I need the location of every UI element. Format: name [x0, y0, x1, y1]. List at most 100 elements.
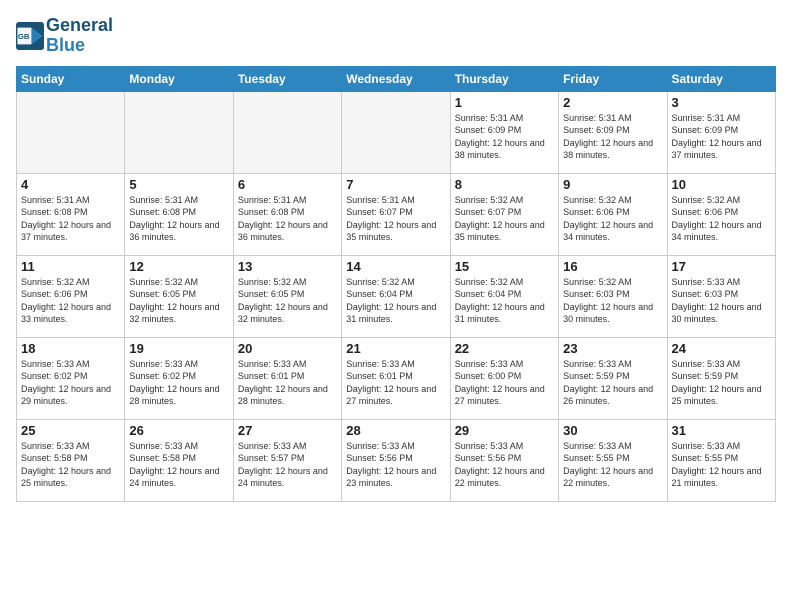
day-cell: 19 Sunrise: 5:33 AMSunset: 6:02 PMDayligh… [125, 337, 233, 419]
day-info: Sunrise: 5:32 AMSunset: 6:06 PMDaylight:… [672, 194, 771, 244]
day-cell: 30 Sunrise: 5:33 AMSunset: 5:55 PMDayligh… [559, 419, 667, 501]
day-number: 10 [672, 177, 771, 192]
day-number: 28 [346, 423, 445, 438]
day-info: Sunrise: 5:33 AMSunset: 6:03 PMDaylight:… [672, 276, 771, 326]
day-info: Sunrise: 5:32 AMSunset: 6:05 PMDaylight:… [238, 276, 337, 326]
day-info: Sunrise: 5:33 AMSunset: 5:55 PMDaylight:… [672, 440, 771, 490]
day-cell: 18 Sunrise: 5:33 AMSunset: 6:02 PMDayligh… [17, 337, 125, 419]
day-number: 29 [455, 423, 554, 438]
day-number: 20 [238, 341, 337, 356]
week-row-4: 18 Sunrise: 5:33 AMSunset: 6:02 PMDayligh… [17, 337, 776, 419]
day-cell: 13 Sunrise: 5:32 AMSunset: 6:05 PMDayligh… [233, 255, 341, 337]
day-number: 27 [238, 423, 337, 438]
day-info: Sunrise: 5:31 AMSunset: 6:09 PMDaylight:… [672, 112, 771, 162]
weekday-header-saturday: Saturday [667, 66, 775, 91]
day-cell: 10 Sunrise: 5:32 AMSunset: 6:06 PMDayligh… [667, 173, 775, 255]
logo-icon: GB [16, 22, 44, 50]
day-info: Sunrise: 5:33 AMSunset: 5:55 PMDaylight:… [563, 440, 662, 490]
calendar-table: SundayMondayTuesdayWednesdayThursdayFrid… [16, 66, 776, 502]
day-cell: 24Sunrise: 5:33 AMSunset: 5:59 PMDayligh… [667, 337, 775, 419]
day-number: 6 [238, 177, 337, 192]
weekday-header-thursday: Thursday [450, 66, 558, 91]
day-number: 24 [672, 341, 771, 356]
day-info: Sunrise: 5:31 AMSunset: 6:09 PMDaylight:… [563, 112, 662, 162]
day-number: 8 [455, 177, 554, 192]
day-cell [342, 91, 450, 173]
calendar-header: GB GeneralBlue [16, 16, 776, 56]
day-number: 31 [672, 423, 771, 438]
day-cell: 12Sunrise: 5:32 AMSunset: 6:05 PMDayligh… [125, 255, 233, 337]
day-cell [233, 91, 341, 173]
svg-text:GB: GB [18, 32, 30, 41]
day-cell: 7 Sunrise: 5:31 AMSunset: 6:07 PMDaylight… [342, 173, 450, 255]
day-number: 15 [455, 259, 554, 274]
day-info: Sunrise: 5:32 AMSunset: 6:06 PMDaylight:… [563, 194, 662, 244]
day-cell: 5Sunrise: 5:31 AMSunset: 6:08 PMDaylight… [125, 173, 233, 255]
day-cell: 23Sunrise: 5:33 AMSunset: 5:59 PMDayligh… [559, 337, 667, 419]
day-number: 17 [672, 259, 771, 274]
day-cell: 4 Sunrise: 5:31 AMSunset: 6:08 PMDaylight… [17, 173, 125, 255]
day-cell: 20 Sunrise: 5:33 AMSunset: 6:01 PMDayligh… [233, 337, 341, 419]
day-number: 13 [238, 259, 337, 274]
day-cell: 29 Sunrise: 5:33 AMSunset: 5:56 PMDayligh… [450, 419, 558, 501]
day-number: 9 [563, 177, 662, 192]
day-cell: 9 Sunrise: 5:32 AMSunset: 6:06 PMDaylight… [559, 173, 667, 255]
logo: GB GeneralBlue [16, 16, 113, 56]
day-info: Sunrise: 5:33 AMSunset: 5:56 PMDaylight:… [346, 440, 445, 490]
week-row-3: 11 Sunrise: 5:32 AMSunset: 6:06 PMDayligh… [17, 255, 776, 337]
day-info: Sunrise: 5:33 AMSunset: 5:58 PMDaylight:… [129, 440, 228, 490]
day-cell: 3 Sunrise: 5:31 AMSunset: 6:09 PMDaylight… [667, 91, 775, 173]
day-info: Sunrise: 5:32 AMSunset: 6:05 PMDaylight:… [129, 276, 228, 326]
day-number: 22 [455, 341, 554, 356]
day-cell: 16Sunrise: 5:32 AMSunset: 6:03 PMDayligh… [559, 255, 667, 337]
day-cell: 1Sunrise: 5:31 AMSunset: 6:09 PMDaylight… [450, 91, 558, 173]
day-info: Sunrise: 5:33 AMSunset: 5:59 PMDaylight:… [563, 358, 662, 408]
day-info: Sunrise: 5:32 AMSunset: 6:06 PMDaylight:… [21, 276, 120, 326]
day-number: 3 [672, 95, 771, 110]
weekday-header-wednesday: Wednesday [342, 66, 450, 91]
day-number: 7 [346, 177, 445, 192]
day-number: 5 [129, 177, 228, 192]
day-number: 25 [21, 423, 120, 438]
day-info: Sunrise: 5:31 AMSunset: 6:09 PMDaylight:… [455, 112, 554, 162]
day-info: Sunrise: 5:33 AMSunset: 5:56 PMDaylight:… [455, 440, 554, 490]
weekday-header-tuesday: Tuesday [233, 66, 341, 91]
day-info: Sunrise: 5:33 AMSunset: 6:01 PMDaylight:… [346, 358, 445, 408]
day-info: Sunrise: 5:33 AMSunset: 6:02 PMDaylight:… [21, 358, 120, 408]
day-number: 14 [346, 259, 445, 274]
day-cell: 21 Sunrise: 5:33 AMSunset: 6:01 PMDayligh… [342, 337, 450, 419]
weekday-header-monday: Monday [125, 66, 233, 91]
day-cell: 14 Sunrise: 5:32 AMSunset: 6:04 PMDayligh… [342, 255, 450, 337]
day-number: 21 [346, 341, 445, 356]
day-cell: 31 Sunrise: 5:33 AMSunset: 5:55 PMDayligh… [667, 419, 775, 501]
day-number: 30 [563, 423, 662, 438]
day-info: Sunrise: 5:32 AMSunset: 6:04 PMDaylight:… [455, 276, 554, 326]
day-info: Sunrise: 5:31 AMSunset: 6:07 PMDaylight:… [346, 194, 445, 244]
day-cell: 8 Sunrise: 5:32 AMSunset: 6:07 PMDaylight… [450, 173, 558, 255]
day-info: Sunrise: 5:33 AMSunset: 6:01 PMDaylight:… [238, 358, 337, 408]
logo-text: GeneralBlue [46, 16, 113, 56]
day-info: Sunrise: 5:31 AMSunset: 6:08 PMDaylight:… [21, 194, 120, 244]
day-info: Sunrise: 5:32 AMSunset: 6:04 PMDaylight:… [346, 276, 445, 326]
day-cell: 27 Sunrise: 5:33 AMSunset: 5:57 PMDayligh… [233, 419, 341, 501]
day-number: 11 [21, 259, 120, 274]
day-cell: 22 Sunrise: 5:33 AMSunset: 6:00 PMDayligh… [450, 337, 558, 419]
week-row-5: 25 Sunrise: 5:33 AMSunset: 5:58 PMDayligh… [17, 419, 776, 501]
day-number: 4 [21, 177, 120, 192]
weekday-header-row: SundayMondayTuesdayWednesdayThursdayFrid… [17, 66, 776, 91]
week-row-1: 1Sunrise: 5:31 AMSunset: 6:09 PMDaylight… [17, 91, 776, 173]
day-info: Sunrise: 5:32 AMSunset: 6:07 PMDaylight:… [455, 194, 554, 244]
day-cell: 2Sunrise: 5:31 AMSunset: 6:09 PMDaylight… [559, 91, 667, 173]
day-info: Sunrise: 5:33 AMSunset: 5:58 PMDaylight:… [21, 440, 120, 490]
weekday-header-friday: Friday [559, 66, 667, 91]
day-number: 19 [129, 341, 228, 356]
day-info: Sunrise: 5:33 AMSunset: 6:02 PMDaylight:… [129, 358, 228, 408]
day-cell [17, 91, 125, 173]
day-number: 18 [21, 341, 120, 356]
weekday-header-sunday: Sunday [17, 66, 125, 91]
day-info: Sunrise: 5:33 AMSunset: 6:00 PMDaylight:… [455, 358, 554, 408]
day-info: Sunrise: 5:33 AMSunset: 5:57 PMDaylight:… [238, 440, 337, 490]
day-cell: 6 Sunrise: 5:31 AMSunset: 6:08 PMDaylight… [233, 173, 341, 255]
day-cell: 11 Sunrise: 5:32 AMSunset: 6:06 PMDayligh… [17, 255, 125, 337]
day-info: Sunrise: 5:31 AMSunset: 6:08 PMDaylight:… [238, 194, 337, 244]
